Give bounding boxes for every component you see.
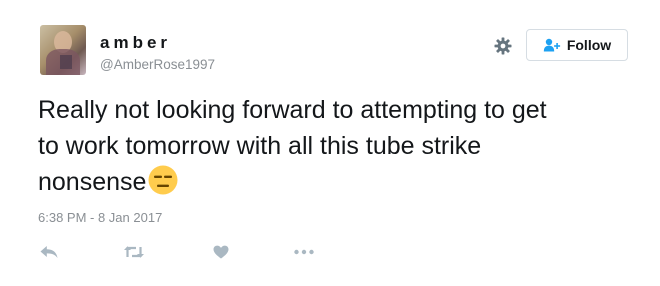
tweet-timestamp[interactable]: 6:38 PM - 8 Jan 2017 [38, 210, 162, 225]
tweet-text: Really not looking forward to attempting… [38, 92, 638, 200]
author-handle[interactable]: @AmberRose1997 [100, 57, 215, 72]
tweet-text-line: to work tomorrow with all this tube stri… [38, 132, 482, 160]
retweet-icon[interactable] [123, 245, 145, 259]
tweet-card: amber @AmberRose1997 Follow Really not l… [0, 0, 660, 286]
tweet-text-line: nonsense [38, 168, 147, 196]
expressionless-face-icon [148, 165, 178, 195]
avatar[interactable] [40, 25, 86, 75]
gear-icon[interactable] [494, 37, 512, 55]
add-person-icon [543, 38, 560, 52]
follow-label: Follow [566, 37, 612, 53]
reply-icon[interactable] [40, 245, 58, 259]
tweet-text-line: Really not looking forward to attempting… [38, 96, 547, 124]
author-name[interactable]: amber [100, 33, 171, 53]
heart-icon[interactable] [213, 245, 229, 259]
more-icon[interactable] [293, 245, 315, 259]
follow-button[interactable]: Follow [526, 29, 628, 61]
